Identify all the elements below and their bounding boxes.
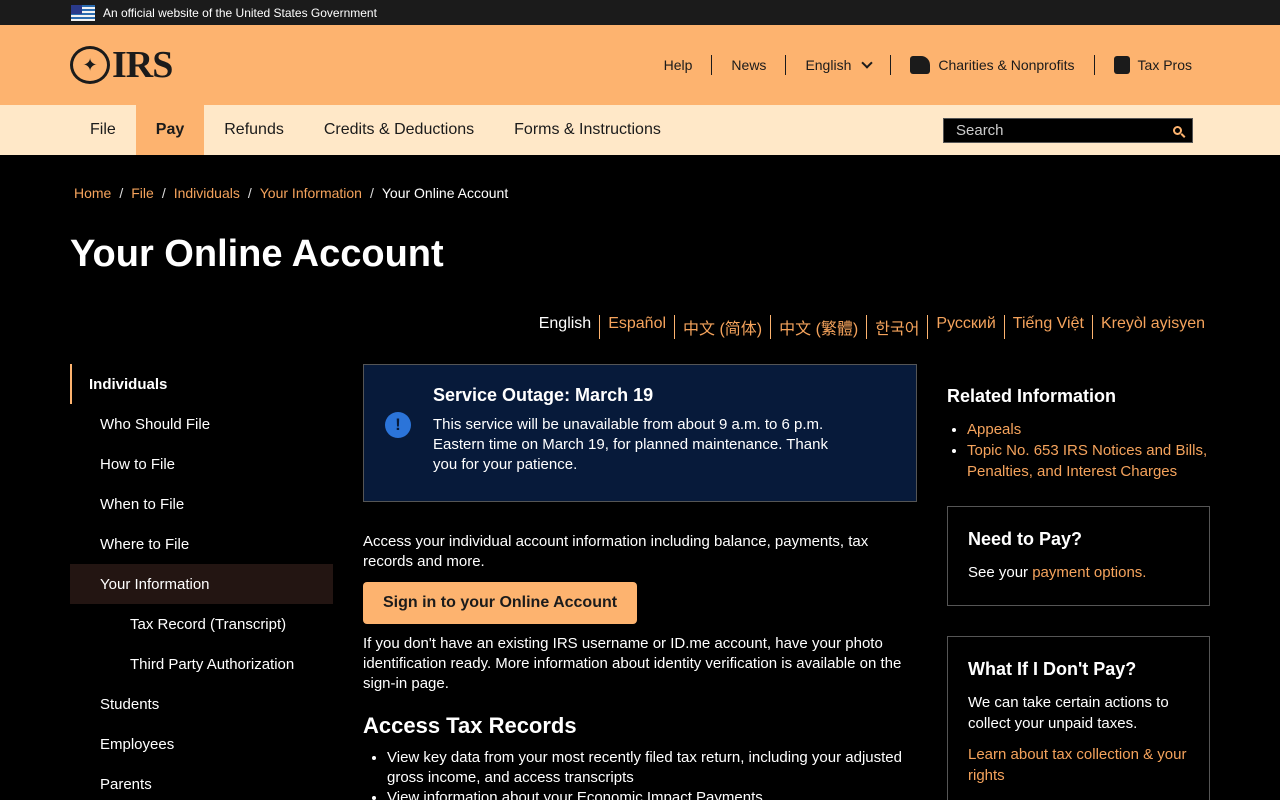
help-link[interactable]: Help — [645, 55, 712, 75]
intro-text: Access your individual account informati… — [363, 533, 869, 570]
service-outage-alert: ! Service Outage: March 19 This service … — [363, 364, 917, 502]
breadcrumb-file[interactable]: File — [131, 185, 154, 201]
nav-pay[interactable]: Pay — [135, 105, 205, 155]
list-item: View information about your Economic Imp… — [387, 788, 917, 800]
irs-logo[interactable]: ✦ IRS — [70, 43, 173, 87]
charities-label: Charities & Nonprofits — [938, 57, 1075, 73]
breadcrumb: Home / File / Individuals / Your Informatio… — [74, 185, 509, 201]
gov-banner-text: An official website of the United States… — [103, 5, 377, 20]
nav-refunds[interactable]: Refunds — [204, 105, 304, 155]
lang-haitian-creole[interactable]: Kreyòl ayisyen — [1091, 315, 1205, 339]
payment-options-link[interactable]: payment options. — [1032, 564, 1146, 581]
lang-chinese-traditional[interactable]: 中文 (繁體) — [770, 315, 866, 339]
news-link[interactable]: News — [711, 55, 785, 75]
main-content: ! Service Outage: March 19 This service … — [363, 364, 917, 800]
sidebar-item-where-to-file[interactable]: Where to File — [70, 524, 333, 564]
charities-link[interactable]: Charities & Nonprofits — [890, 55, 1093, 75]
tax-pros-label: Tax Pros — [1137, 57, 1192, 73]
sidebar-item-third-party-authorization[interactable]: Third Party Authorization — [70, 644, 333, 684]
tax-pros-link[interactable]: Tax Pros — [1093, 55, 1192, 75]
eagle-seal-icon: ✦ — [70, 46, 110, 84]
breadcrumb-your-information[interactable]: Your Information — [260, 185, 362, 201]
alert-body: This service will be unavailable from ab… — [433, 416, 828, 473]
sidebar-item-employees[interactable]: Employees — [70, 724, 333, 764]
search-input[interactable] — [944, 119, 1162, 142]
book-icon — [1113, 56, 1130, 74]
page-title: Your Online Account — [70, 233, 444, 275]
need-to-pay-title: Need to Pay? — [968, 529, 1083, 549]
language-label: English — [805, 57, 852, 73]
sidebar-item-when-to-file[interactable]: When to File — [70, 484, 333, 524]
lang-russian[interactable]: Русский — [927, 315, 1003, 339]
what-if-card: What If I Don't Pay? We can take certain… — [947, 636, 1210, 800]
sidebar-item-tax-record[interactable]: Tax Record (Transcript) — [70, 604, 333, 644]
sidebar-item-who-should-file[interactable]: Who Should File — [70, 404, 333, 444]
language-bar: English Español 中文 (简体) 中文 (繁體) 한국어 Русс… — [531, 315, 1205, 339]
appeals-link[interactable]: Appeals — [967, 421, 1021, 438]
need-to-pay-text: See your — [968, 564, 1033, 581]
breadcrumb-current: Your Online Account — [381, 185, 509, 201]
sidebar-item-how-to-file[interactable]: How to File — [70, 444, 333, 484]
lang-vietnamese[interactable]: Tiếng Việt — [1003, 315, 1092, 339]
logo-text: IRS — [112, 44, 173, 86]
search-box — [943, 118, 1193, 143]
nav-credits-deductions[interactable]: Credits & Deductions — [304, 105, 494, 155]
list-item: View key data from your most recently fi… — [387, 748, 917, 788]
related-info-title: Related Information — [947, 386, 1117, 406]
section-list: View key data from your most recently fi… — [363, 748, 917, 800]
what-if-text: We can take certain actions to collect y… — [968, 694, 1169, 732]
sidebar-heading[interactable]: Individuals — [70, 364, 333, 404]
related-links: Appeals Topic No. 653 IRS Notices and Bi… — [947, 419, 1210, 482]
right-rail: Related Information Appeals Topic No. 65… — [947, 364, 1210, 800]
tax-collection-link[interactable]: Learn about tax collection & your rights — [968, 744, 1189, 786]
utility-nav: Help News English Charities & Nonprofits… — [645, 25, 1192, 105]
breadcrumb-home[interactable]: Home — [74, 185, 111, 201]
exclamation-icon: ! — [385, 412, 411, 438]
gov-banner: An official website of the United States… — [0, 0, 1280, 25]
what-if-title: What If I Don't Pay? — [968, 659, 1137, 679]
main-nav: File Pay Refunds Credits & Deductions Fo… — [0, 105, 1280, 155]
charity-hand-icon — [910, 56, 931, 74]
search-icon — [1172, 126, 1182, 135]
sidebar-item-parents[interactable]: Parents — [70, 764, 333, 800]
need-to-pay-card: Need to Pay? See your payment options. — [947, 506, 1210, 606]
nav-forms-instructions[interactable]: Forms & Instructions — [494, 105, 681, 155]
sidebar-nav: Individuals Who Should File How to File … — [70, 364, 333, 800]
section-title: Access Tax Records — [363, 713, 577, 738]
lang-spanish[interactable]: Español — [599, 315, 674, 339]
chevron-down-icon — [861, 57, 874, 69]
alert-title: Service Outage: March 19 — [433, 385, 654, 405]
nav-file[interactable]: File — [70, 105, 136, 155]
us-flag-icon — [71, 4, 95, 21]
lang-current: English — [538, 315, 592, 332]
topic-653-link[interactable]: Topic No. 653 IRS Notices and Bills, Pen… — [967, 442, 1207, 480]
sidebar-item-your-information[interactable]: Your Information — [70, 564, 333, 604]
breadcrumb-individuals[interactable]: Individuals — [174, 185, 240, 201]
lang-chinese-simplified[interactable]: 中文 (简体) — [674, 315, 770, 339]
sidebar-item-students[interactable]: Students — [70, 684, 333, 724]
identity-note: If you don't have an existing IRS userna… — [363, 635, 902, 692]
language-selector[interactable]: English — [785, 55, 890, 75]
site-header: ✦ IRS Help News English Charities & Nonp… — [0, 25, 1280, 105]
lang-korean[interactable]: 한국어 — [866, 315, 927, 339]
search-button[interactable] — [1162, 119, 1192, 142]
sign-in-button[interactable]: Sign in to your Online Account — [363, 582, 638, 624]
